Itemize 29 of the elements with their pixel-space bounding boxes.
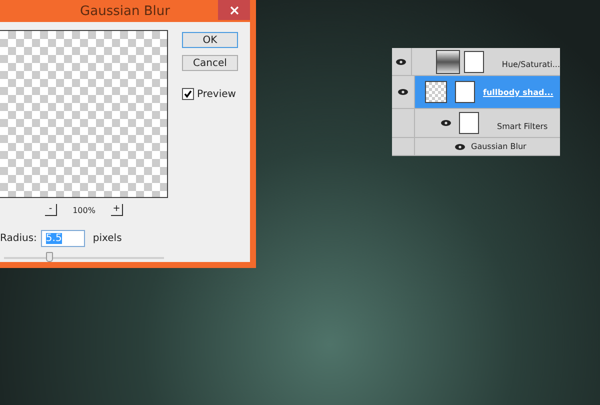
cancel-button[interactable]: Cancel [182,55,238,71]
checkbox[interactable] [182,88,194,100]
layer-row[interactable]: Gaussian Blur [392,138,560,156]
radius-label: Radius: [0,233,37,244]
zoom-in-button[interactable]: + [111,204,123,216]
eye-icon[interactable] [441,120,451,126]
zoom-level: 100% [72,206,96,214]
unit-label: pixels [92,233,122,244]
mask-thumbnail [459,112,479,134]
mask-thumbnail [455,81,475,103]
ok-button[interactable]: OK [182,32,238,48]
eye-icon[interactable] [396,58,406,64]
layer-name[interactable]: Gaussian Blur [471,142,526,151]
checkbox-label: Preview [197,88,236,100]
close-icon [230,6,238,14]
layer-row[interactable]: Smart Filters [392,109,560,138]
adjustment-thumbnail [436,50,460,74]
slider-thumb[interactable] [46,252,53,262]
layer-row[interactable]: Hue/Saturati... [392,48,560,76]
zoom-out-button[interactable]: - [45,204,57,216]
close-button[interactable] [218,0,250,20]
layer-name[interactable]: Hue/Saturati... [502,60,560,69]
checkmark-icon [184,90,192,98]
eye-icon[interactable] [398,89,408,95]
mask-thumbnail [464,50,484,72]
dialog-title: Gaussian Blur [79,4,171,18]
layer-name[interactable]: Smart Filters [497,122,548,130]
layer-thumbnail [425,81,447,103]
eye-icon[interactable] [455,144,465,150]
